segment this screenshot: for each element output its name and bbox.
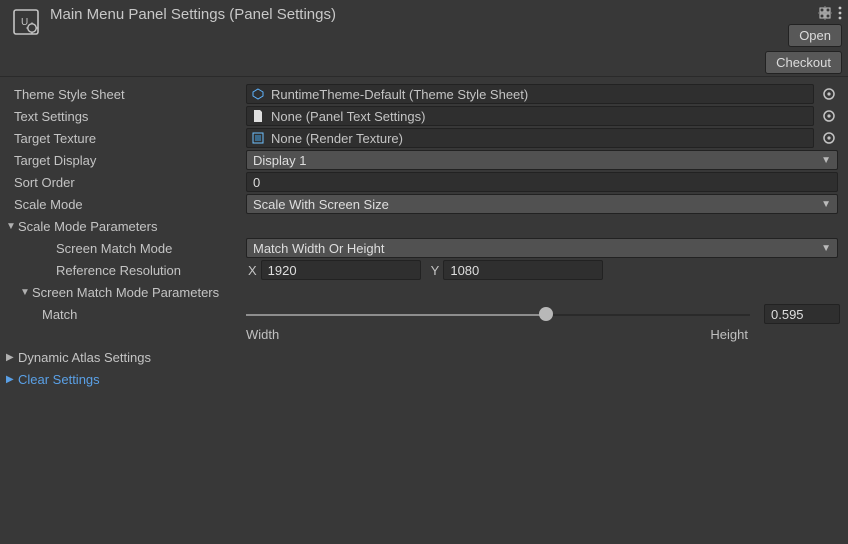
svg-text:U: U (21, 17, 28, 28)
screen-match-mode-parameters-label: Screen Match Mode Parameters (32, 285, 219, 300)
inspector-body: Theme Style Sheet RuntimeTheme-Default (… (0, 77, 848, 400)
text-settings-label: Text Settings (14, 109, 246, 124)
match-slider[interactable] (246, 305, 750, 323)
target-texture-field[interactable]: None (Render Texture) (246, 128, 814, 148)
render-texture-icon (251, 131, 265, 145)
ref-x-input[interactable] (261, 260, 421, 280)
object-picker-icon[interactable] (820, 85, 838, 103)
theme-style-sheet-label: Theme Style Sheet (14, 87, 246, 102)
sort-order-label: Sort Order (14, 175, 246, 190)
scale-mode-dropdown[interactable]: Scale With Screen Size ▼ (246, 194, 838, 214)
foldout-open-icon[interactable]: ▼ (6, 221, 16, 232)
text-settings-field[interactable]: None (Panel Text Settings) (246, 106, 814, 126)
context-menu-icon[interactable] (838, 6, 842, 20)
match-value-input[interactable] (764, 304, 840, 324)
target-display-label: Target Display (14, 153, 246, 168)
foldout-open-icon[interactable]: ▼ (20, 287, 30, 298)
checkout-button[interactable]: Checkout (765, 51, 842, 74)
foldout-closed-icon[interactable]: ▶ (6, 374, 16, 385)
object-picker-icon[interactable] (820, 107, 838, 125)
theme-asset-icon (251, 87, 265, 101)
chevron-down-icon: ▼ (821, 199, 831, 210)
ref-y-label: Y (421, 263, 444, 278)
text-settings-value: None (Panel Text Settings) (271, 109, 425, 124)
object-picker-icon[interactable] (820, 129, 838, 147)
target-texture-label: Target Texture (14, 131, 246, 146)
ref-y-input[interactable] (443, 260, 603, 280)
inspector-title: Main Menu Panel Settings (Panel Settings… (50, 4, 765, 23)
theme-style-sheet-value: RuntimeTheme-Default (Theme Style Sheet) (271, 87, 528, 102)
dynamic-atlas-settings-label: Dynamic Atlas Settings (18, 350, 151, 365)
screen-match-mode-dropdown[interactable]: Match Width Or Height ▼ (246, 238, 838, 258)
screen-match-mode-label: Screen Match Mode (28, 241, 246, 256)
prefab-overrides-icon[interactable] (818, 6, 832, 20)
scale-mode-parameters-label: Scale Mode Parameters (18, 219, 157, 234)
target-display-dropdown[interactable]: Display 1 ▼ (246, 150, 838, 170)
clear-settings-label: Clear Settings (18, 372, 100, 387)
theme-style-sheet-field[interactable]: RuntimeTheme-Default (Theme Style Sheet) (246, 84, 814, 104)
chevron-down-icon: ▼ (821, 155, 831, 166)
scale-mode-label: Scale Mode (14, 197, 246, 212)
open-button[interactable]: Open (788, 24, 842, 47)
document-icon (251, 109, 265, 123)
scale-mode-value: Scale With Screen Size (253, 197, 389, 212)
match-label: Match (42, 307, 246, 322)
panel-settings-asset-icon: U (8, 4, 44, 40)
inspector-header: U Main Menu Panel Settings (Panel Settin… (0, 0, 848, 77)
screen-match-mode-value: Match Width Or Height (253, 241, 385, 256)
target-display-value: Display 1 (253, 153, 306, 168)
chevron-down-icon: ▼ (821, 243, 831, 254)
ref-x-label: X (246, 263, 261, 278)
target-texture-value: None (Render Texture) (271, 131, 403, 146)
sort-order-input[interactable] (246, 172, 838, 192)
reference-resolution-label: Reference Resolution (28, 263, 246, 278)
match-height-label: Height (710, 327, 748, 342)
match-width-label: Width (246, 327, 279, 342)
foldout-closed-icon[interactable]: ▶ (6, 352, 16, 363)
